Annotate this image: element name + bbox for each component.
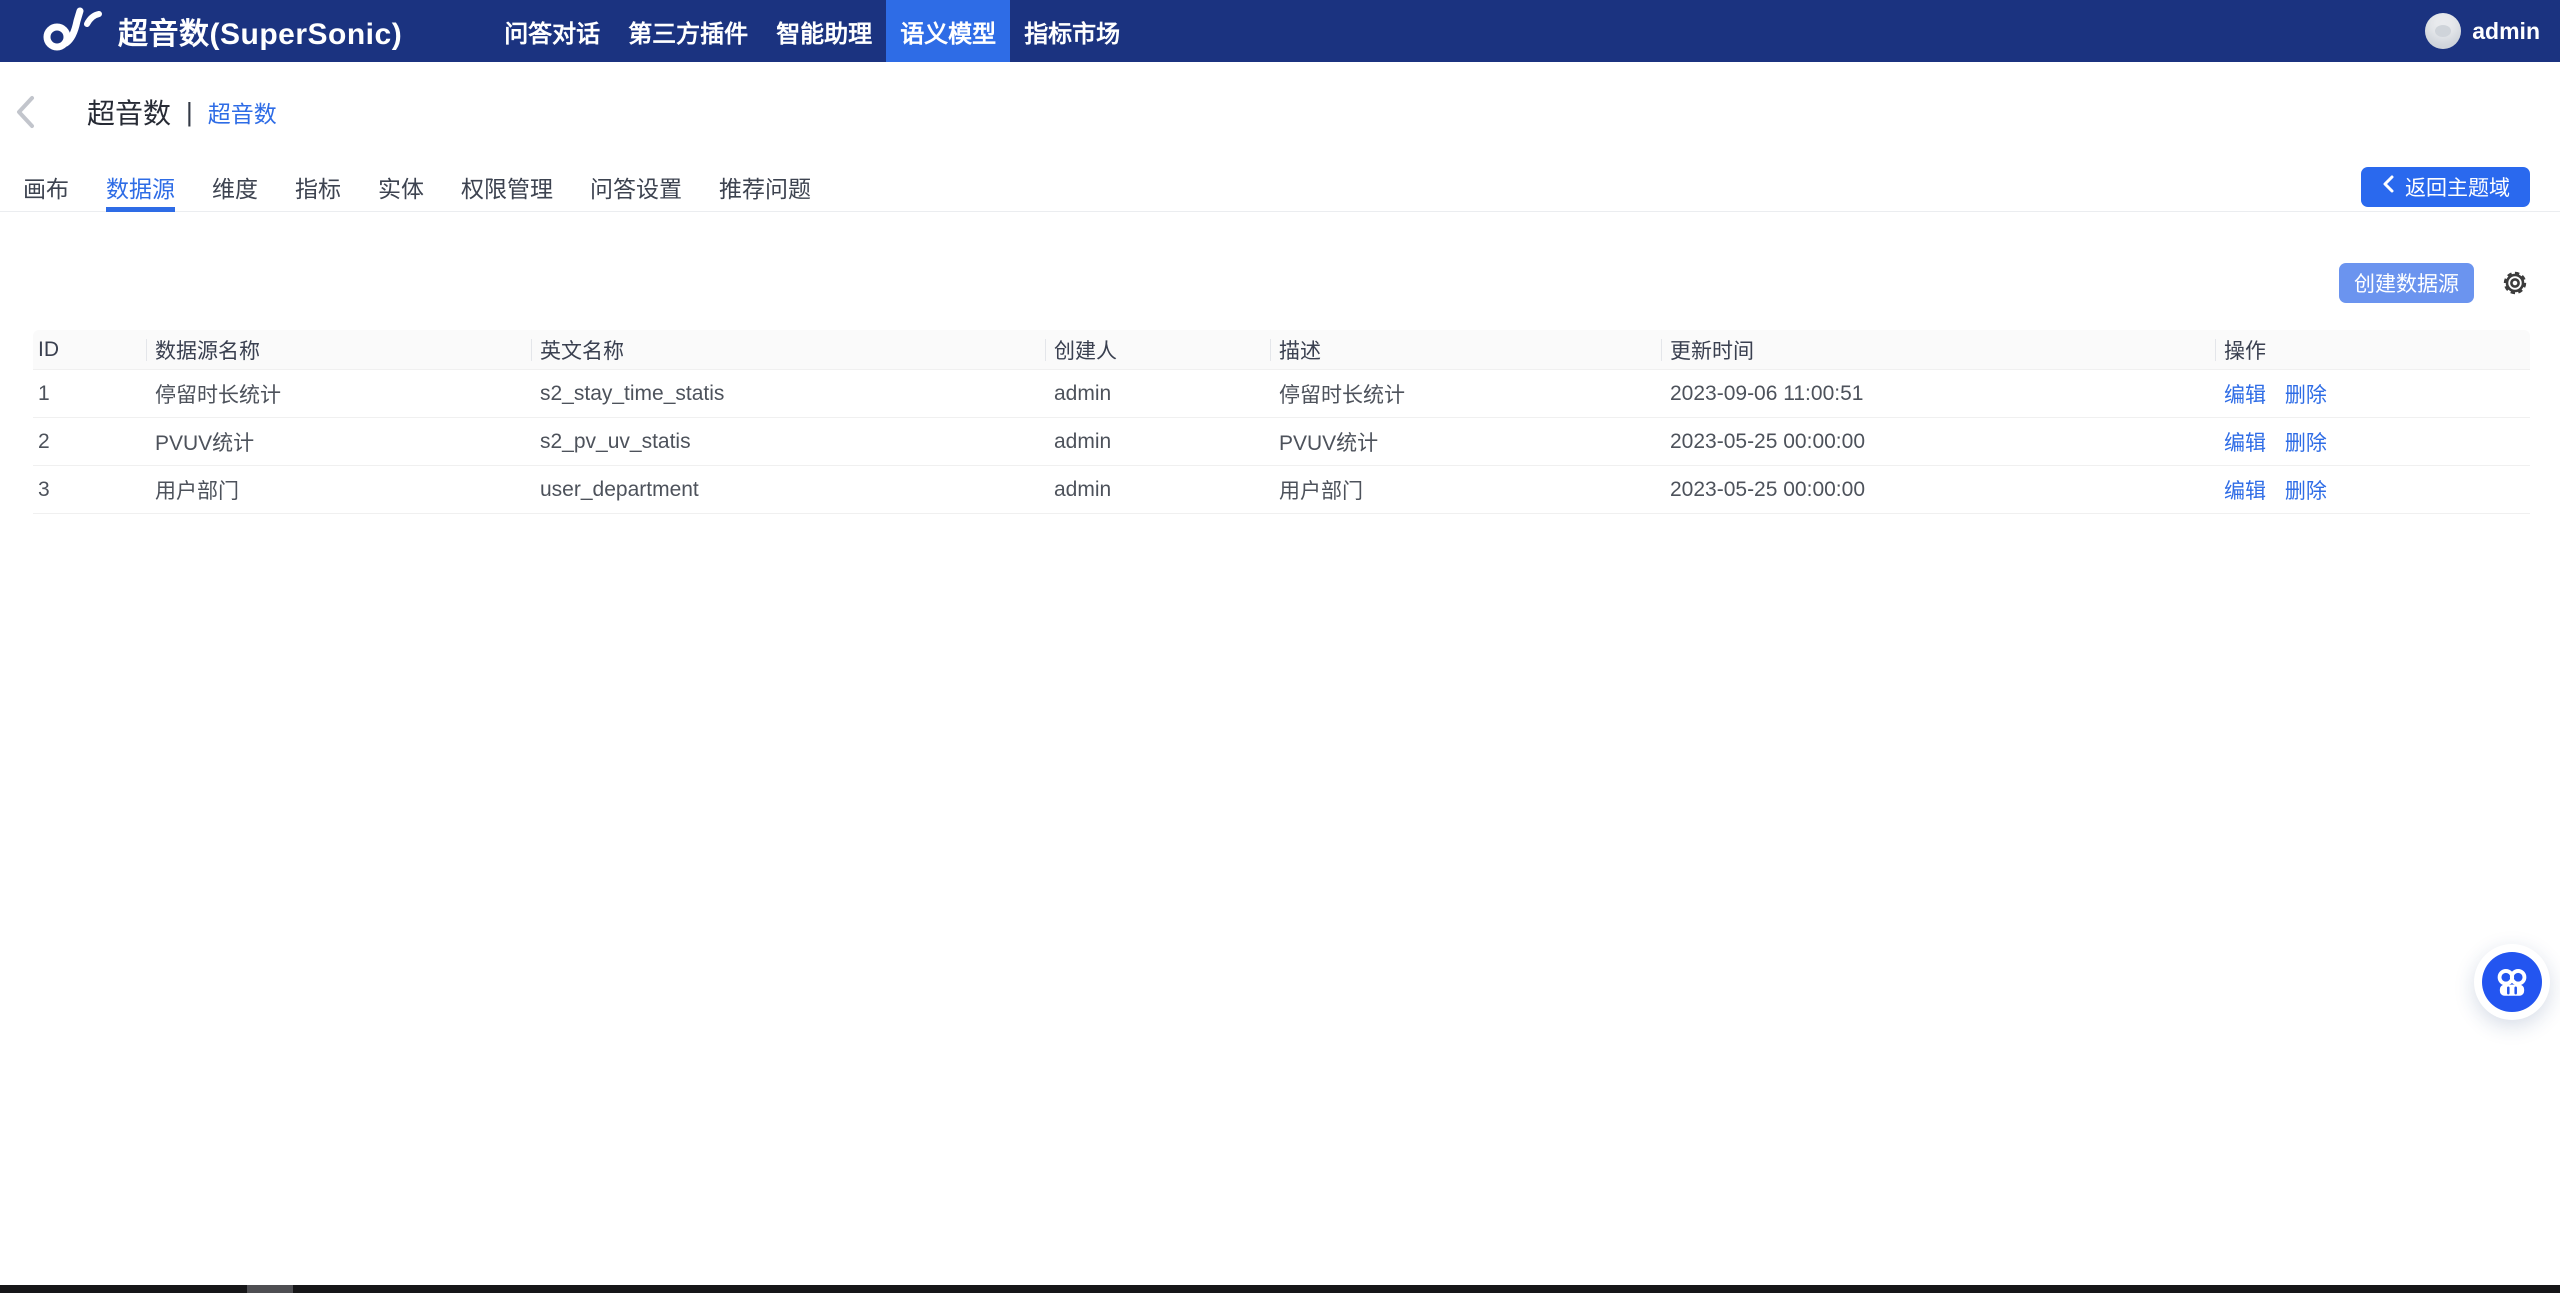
- cell-en-name: s2_stay_time_statis: [532, 370, 1046, 418]
- col-header-id: ID: [33, 330, 147, 370]
- datasource-table: ID 数据源名称 英文名称 创建人 描述 更新时间 操作 1 停留时长统计 s2…: [33, 330, 2530, 514]
- tab-qa-settings[interactable]: 问答设置: [590, 162, 682, 211]
- create-datasource-button[interactable]: 创建数据源: [2339, 263, 2474, 303]
- username: admin: [2472, 18, 2540, 45]
- breadcrumb: 超音数 | 超音数: [0, 62, 2560, 162]
- edit-link[interactable]: 编辑: [2224, 432, 2266, 455]
- nav-item-metrics-market[interactable]: 指标市场: [1010, 0, 1134, 62]
- cell-actions: 编辑 删除: [2216, 370, 2530, 418]
- col-header-en-name: 英文名称: [532, 330, 1046, 370]
- robot-icon: [2482, 952, 2542, 1012]
- table-row: 3 用户部门 user_department admin 用户部门 2023-0…: [33, 466, 2530, 514]
- cell-creator: admin: [1046, 466, 1271, 514]
- logo-icon: [42, 7, 104, 56]
- col-header-updated: 更新时间: [1662, 330, 2216, 370]
- cell-en-name: user_department: [532, 466, 1046, 514]
- cell-updated: 2023-05-25 00:00:00: [1662, 466, 2216, 514]
- main-nav: 问答对话 第三方插件 智能助理 语义模型 指标市场: [490, 0, 1134, 62]
- edit-link[interactable]: 编辑: [2224, 384, 2266, 407]
- edit-link[interactable]: 编辑: [2224, 480, 2266, 503]
- cell-creator: admin: [1046, 370, 1271, 418]
- breadcrumb-separator: |: [186, 97, 193, 128]
- cell-actions: 编辑 删除: [2216, 418, 2530, 466]
- delete-link[interactable]: 删除: [2285, 432, 2327, 455]
- chatbot-fab-button[interactable]: [2474, 944, 2550, 1020]
- delete-link[interactable]: 删除: [2285, 384, 2327, 407]
- nav-item-intelligent-assistant[interactable]: 智能助理: [762, 0, 886, 62]
- table-header-row: ID 数据源名称 英文名称 创建人 描述 更新时间 操作: [33, 330, 2530, 370]
- tab-recommended-questions[interactable]: 推荐问题: [719, 162, 811, 211]
- cell-updated: 2023-05-25 00:00:00: [1662, 418, 2216, 466]
- page-title: 超音数: [87, 92, 171, 132]
- return-domain-button[interactable]: 返回主题域: [2361, 167, 2530, 207]
- tab-metric[interactable]: 指标: [295, 162, 341, 211]
- top-navbar: 超音数(SuperSonic) 问答对话 第三方插件 智能助理 语义模型 指标市…: [0, 0, 2560, 62]
- col-header-name: 数据源名称: [147, 330, 532, 370]
- user-avatar: [2425, 13, 2461, 49]
- user-menu[interactable]: admin: [2425, 0, 2540, 62]
- nav-item-third-party-plugins[interactable]: 第三方插件: [614, 0, 762, 62]
- cell-en-name: s2_pv_uv_statis: [532, 418, 1046, 466]
- horizontal-scrollbar-thumb[interactable]: [247, 1285, 293, 1293]
- page: 超音数(SuperSonic) 问答对话 第三方插件 智能助理 语义模型 指标市…: [0, 0, 2560, 1293]
- cell-id: 2: [33, 418, 147, 466]
- cell-name: PVUV统计: [147, 418, 532, 466]
- cell-description: 用户部门: [1271, 466, 1662, 514]
- tab-entity[interactable]: 实体: [378, 162, 424, 211]
- cell-description: 停留时长统计: [1271, 370, 1662, 418]
- cell-creator: admin: [1046, 418, 1271, 466]
- chevron-left-icon: [2381, 174, 2395, 200]
- tab-permission[interactable]: 权限管理: [461, 162, 553, 211]
- back-chevron-icon[interactable]: [13, 93, 37, 131]
- app-title: 超音数(SuperSonic): [118, 9, 402, 53]
- tab-dimension[interactable]: 维度: [212, 162, 258, 211]
- horizontal-scrollbar-track: [0, 1285, 2560, 1293]
- col-header-actions: 操作: [2216, 330, 2530, 370]
- nav-item-semantic-model[interactable]: 语义模型: [886, 0, 1010, 62]
- cell-name: 用户部门: [147, 466, 532, 514]
- table-row: 1 停留时长统计 s2_stay_time_statis admin 停留时长统…: [33, 370, 2530, 418]
- tab-datasource[interactable]: 数据源: [106, 162, 175, 211]
- return-domain-label: 返回主题域: [2405, 172, 2510, 202]
- cell-id: 3: [33, 466, 147, 514]
- nav-item-qa-chat[interactable]: 问答对话: [490, 0, 614, 62]
- brand-home-link[interactable]: 超音数(SuperSonic): [42, 0, 402, 62]
- gear-icon[interactable]: [2500, 268, 2530, 298]
- table-row: 2 PVUV统计 s2_pv_uv_statis admin PVUV统计 20…: [33, 418, 2530, 466]
- tab-canvas[interactable]: 画布: [23, 162, 69, 211]
- breadcrumb-domain-link[interactable]: 超音数: [208, 95, 277, 129]
- cell-actions: 编辑 删除: [2216, 466, 2530, 514]
- cell-id: 1: [33, 370, 147, 418]
- tab-bar: 画布 数据源 维度 指标 实体 权限管理 问答设置 推荐问题 返回主题域: [0, 162, 2560, 212]
- cell-description: PVUV统计: [1271, 418, 1662, 466]
- col-header-creator: 创建人: [1046, 330, 1271, 370]
- table-toolbar: 创建数据源: [0, 263, 2560, 303]
- delete-link[interactable]: 删除: [2285, 480, 2327, 503]
- cell-updated: 2023-09-06 11:00:51: [1662, 370, 2216, 418]
- cell-name: 停留时长统计: [147, 370, 532, 418]
- col-header-description: 描述: [1271, 330, 1662, 370]
